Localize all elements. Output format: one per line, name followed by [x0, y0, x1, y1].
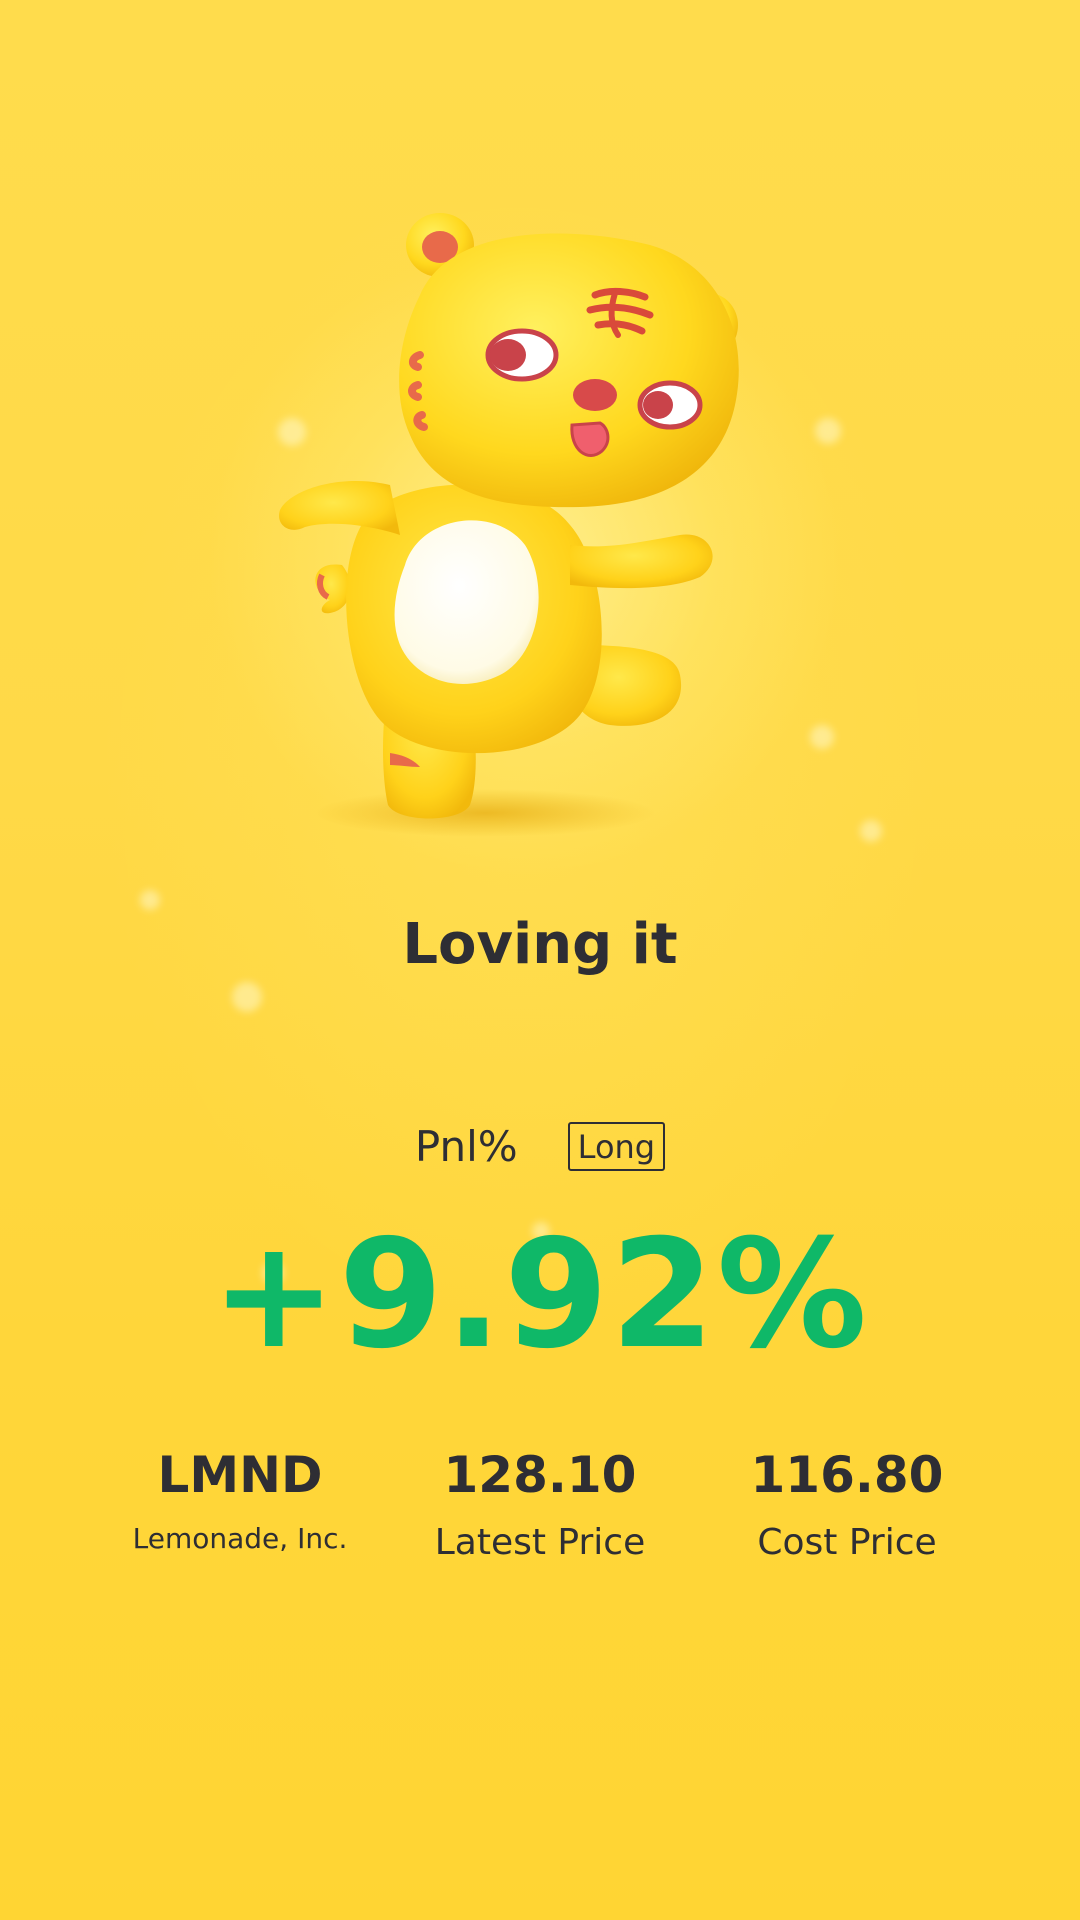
pnl-share-card: Loving it Pnl% Long +9.92% LMND Lemonade… [0, 0, 1080, 1920]
cost-price-value: 116.80 [750, 1446, 944, 1504]
bokeh-dot [810, 725, 834, 749]
bokeh-dot [815, 418, 841, 444]
pnl-header: Pnl% Long [0, 1122, 1080, 1171]
bokeh-dot [232, 982, 262, 1012]
bokeh-dot [860, 820, 882, 842]
tiger-mascot-icon [279, 213, 739, 837]
pnl-percent-value: +9.92% [210, 1208, 870, 1382]
bokeh-dot [140, 890, 160, 910]
latest-price-label: Latest Price [434, 1522, 646, 1563]
latest-price-value: 128.10 [443, 1446, 637, 1504]
latest-price-block: 128.10 Latest Price [360, 1440, 720, 1568]
pnl-label: Pnl% [414, 1122, 518, 1171]
mood-title: Loving it [402, 912, 678, 977]
price-stats: LMND Lemonade, Inc. 128.10 Latest Price … [0, 1440, 1080, 1600]
cost-price-block: 116.80 Cost Price [667, 1440, 1027, 1568]
position-tag: Long [567, 1122, 666, 1171]
cost-price-label: Cost Price [757, 1522, 937, 1563]
